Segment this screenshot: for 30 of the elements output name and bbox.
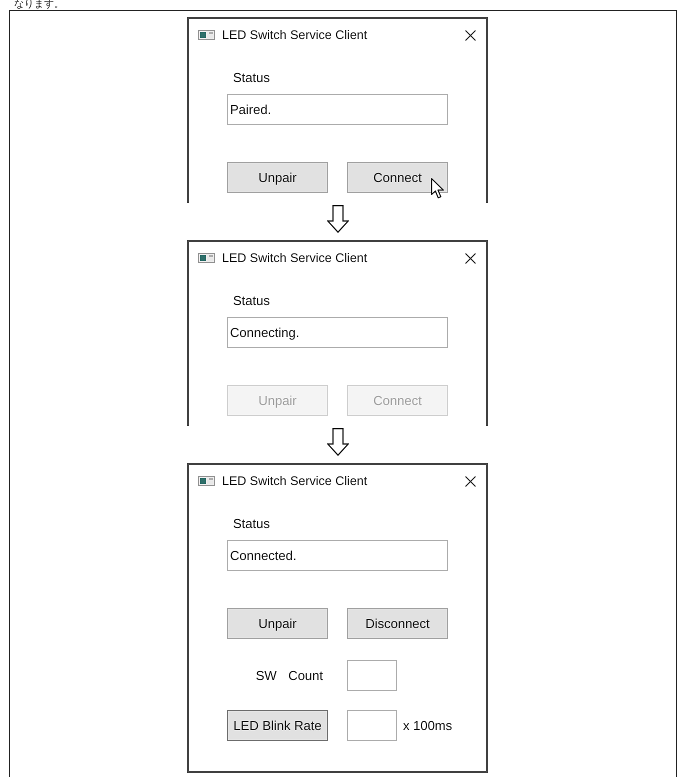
status-field[interactable]: Connected. [227,540,448,571]
app-icon [198,30,215,40]
status-label: Status [233,293,270,309]
close-button[interactable] [464,252,476,264]
push-button[interactable]: Unpair [227,162,328,193]
status-label: Status [233,516,270,532]
close-icon [464,252,476,264]
count-field[interactable] [347,660,397,691]
window-title: LED Switch Service Client [222,27,368,43]
status-field[interactable]: Connecting. [227,317,448,348]
down-arrow-icon [326,428,348,456]
push-button[interactable]: Disconnect [347,608,448,639]
window-title: LED Switch Service Client [222,250,368,266]
down-arrow-icon [326,205,348,233]
app-icon [198,253,215,263]
rate-field[interactable] [347,710,397,741]
unit-label: x 100ms [403,718,452,734]
close-icon [464,30,476,40]
status-label: Status [233,70,270,86]
app-icon [198,476,215,486]
window-title: LED Switch Service Client [222,473,368,489]
cursor-icon [431,178,445,199]
close-button[interactable] [464,29,476,41]
push-button[interactable]: Connect [347,162,448,193]
push-button[interactable]: Unpair [227,608,328,639]
close-icon [464,476,476,486]
blink-rate-button[interactable]: LED Blink Rate [227,710,328,741]
close-button[interactable] [464,475,476,487]
count-label: SW Count [256,668,323,684]
status-field[interactable]: Paired. [227,94,448,125]
